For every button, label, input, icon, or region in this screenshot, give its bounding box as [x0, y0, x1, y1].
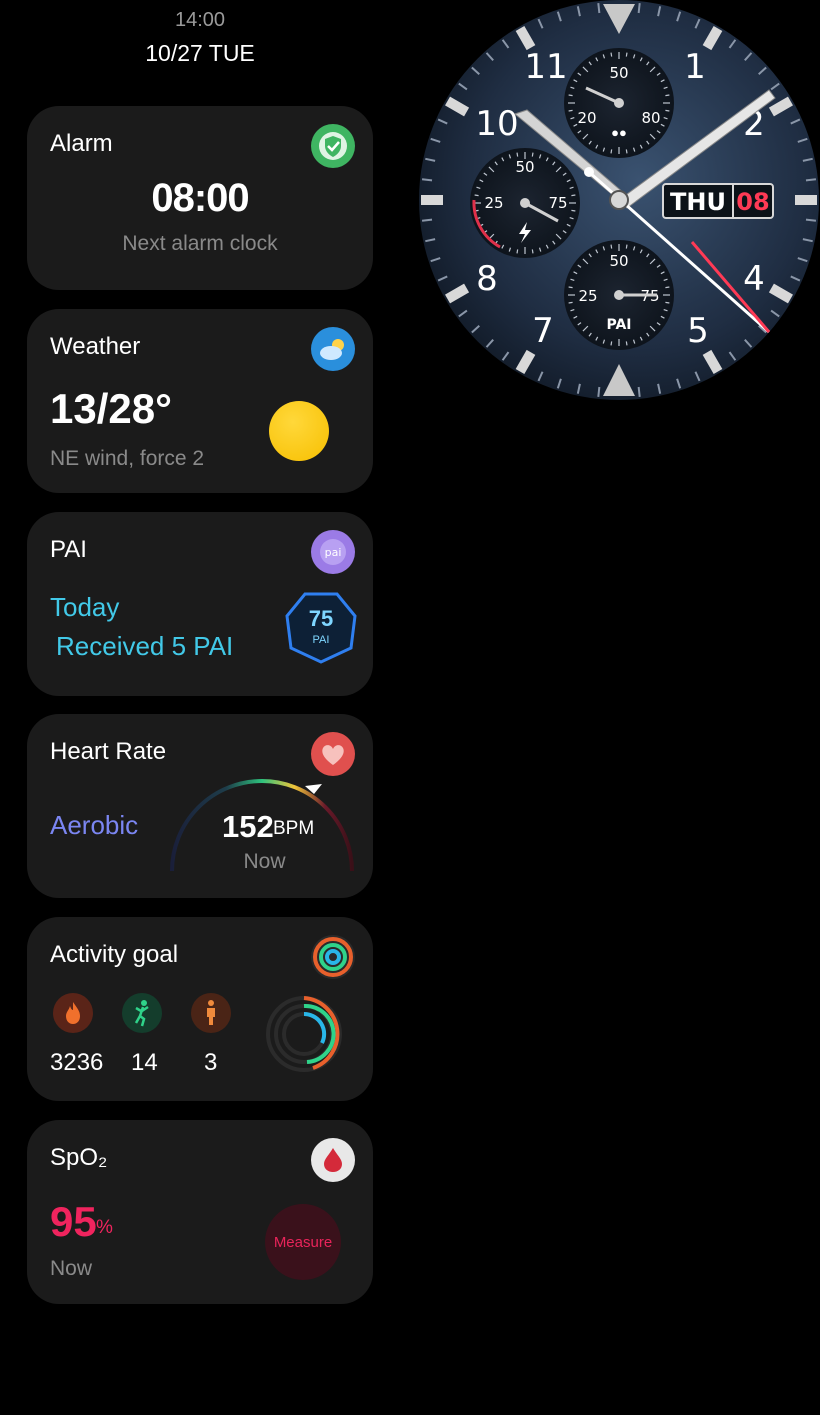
- numeral-1: 1: [684, 47, 706, 87]
- subdial-bottom-label: PAI: [606, 317, 631, 333]
- spo2-unit: %: [96, 1217, 113, 1238]
- subdial-left: 50 25 75: [470, 148, 580, 258]
- heart-zone: Aerobic: [50, 810, 139, 840]
- subdial-top-50: 50: [609, 64, 628, 82]
- card-title: Heart Rate: [50, 738, 167, 765]
- status-time: 14:00: [174, 9, 226, 31]
- alarm-shield-icon: [311, 124, 355, 168]
- day-of-week: THU: [670, 188, 726, 216]
- day-of-month: 08: [736, 188, 769, 216]
- subdial-bottom-25: 25: [578, 287, 597, 305]
- numeral-4: 4: [743, 259, 765, 299]
- weather-card[interactable]: Weather 13/28° NE wind, force 2: [27, 309, 373, 493]
- alarm-card[interactable]: Alarm 08:00 Next alarm clock: [27, 106, 373, 290]
- activity-goal-card[interactable]: Activity goal 3236 14 3: [27, 917, 373, 1101]
- exercise-value: 14: [131, 1049, 158, 1076]
- numeral-5: 5: [687, 311, 709, 351]
- numeral-11: 11: [524, 47, 567, 87]
- subdial-left-50: 50: [515, 158, 534, 176]
- pai-card[interactable]: PAI pai Today Received 5 PAI 75 PAI: [27, 512, 373, 696]
- subdial-top-20: 20: [577, 109, 596, 127]
- numeral-10: 10: [475, 104, 518, 144]
- exercise-figure-icon: [122, 993, 162, 1033]
- subdial-top: 50 20 80 ●●: [564, 48, 674, 158]
- card-title: Weather: [50, 333, 141, 360]
- weather-temperature: 13/28°: [50, 385, 172, 432]
- spo2-card[interactable]: SpO₂ 95 % Now Measure: [27, 1120, 373, 1304]
- sun-icon: [269, 401, 329, 461]
- card-title: SpO₂: [50, 1144, 108, 1171]
- date-window: THU 08: [662, 183, 774, 219]
- measure-button[interactable]: Measure: [265, 1204, 341, 1280]
- blood-drop-icon: [311, 1138, 355, 1182]
- heart-rate-card[interactable]: Heart Rate Aerobic 152 BPM Now: [27, 714, 373, 898]
- pai-badge-text: pai: [325, 546, 342, 559]
- card-title: PAI: [50, 536, 87, 563]
- calories-value: 3236: [50, 1049, 104, 1076]
- alarm-subtitle: Next alarm clock: [122, 232, 278, 255]
- subdial-top-80: 80: [641, 109, 660, 127]
- pai-label: PAI: [312, 634, 330, 646]
- heart-bpm: 152: [222, 809, 274, 844]
- subdial-bottom-50: 50: [609, 252, 628, 270]
- numeral-7: 7: [532, 311, 554, 351]
- heart-unit: BPM: [273, 818, 315, 839]
- calorie-flame-icon: [53, 993, 93, 1033]
- weather-wind: NE wind, force 2: [50, 447, 205, 470]
- heart-time: Now: [243, 850, 286, 873]
- card-title: Activity goal: [50, 941, 179, 968]
- card-title: Alarm: [50, 130, 113, 157]
- numeral-8: 8: [476, 259, 498, 299]
- subdial-bottom: 50 25 75 PAI: [564, 240, 674, 350]
- center-pin: [609, 190, 629, 210]
- activity-rings: [266, 996, 342, 1072]
- standing-figure-icon: [191, 993, 231, 1033]
- pai-received: Received 5 PAI: [56, 631, 234, 661]
- alarm-time: 08:00: [151, 176, 249, 220]
- footsteps-icon: ●●: [611, 125, 627, 140]
- cloud-sun-icon: [311, 327, 355, 371]
- spo2-value: 95: [50, 1198, 97, 1245]
- subdial-left-25: 25: [484, 194, 503, 212]
- pai-value: 75: [308, 606, 334, 631]
- stand-value: 3: [204, 1049, 218, 1076]
- spo2-time: Now: [50, 1257, 93, 1280]
- pai-today: Today: [50, 592, 120, 622]
- pai-badge-icon: pai: [311, 530, 355, 574]
- activity-rings-icon: [311, 935, 355, 979]
- watch-face[interactable]: 50 20 80 ●● 50 25 75 50 25 75 PAI 11 1 1…: [417, 0, 820, 400]
- subdial-left-75: 75: [548, 194, 567, 212]
- status-date: 10/27 TUE: [145, 40, 255, 66]
